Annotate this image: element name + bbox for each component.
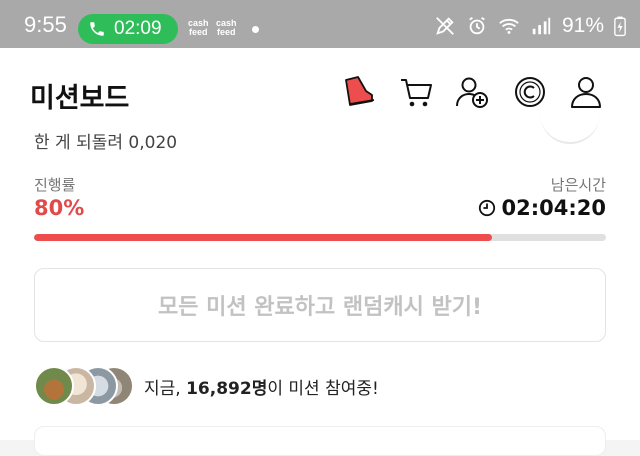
- add-friend-icon[interactable]: [454, 74, 490, 110]
- participants-suffix: 이 미션 참여중!: [267, 378, 379, 399]
- status-right-icons: 91%: [434, 14, 626, 38]
- progress-label: 진행률: [34, 176, 76, 194]
- avatar: [34, 366, 74, 406]
- signal-icon: [532, 17, 551, 35]
- wifi-icon: [499, 18, 519, 34]
- battery-charging-icon: [614, 16, 626, 37]
- progress-bar-fill: [34, 234, 492, 241]
- participants-prefix: 지금,: [144, 378, 187, 399]
- status-time: 9:55: [24, 12, 67, 37]
- alarm-icon: [469, 16, 485, 35]
- complete-all-missions-button[interactable]: 모든 미션 완료하고 랜덤캐시 받기!: [34, 268, 606, 342]
- remaining-time: 02:04:20: [478, 196, 606, 220]
- participants-row: 지금, 16,892명이 미션 참여중!: [34, 366, 379, 406]
- scrolled-circle-edge: [540, 94, 600, 144]
- cashfeed-word-2: feed: [189, 27, 208, 37]
- more-notifications-dot-icon: [252, 26, 259, 33]
- progress-value: 80%: [34, 196, 85, 220]
- battery-percent: 91%: [561, 14, 604, 37]
- cashfeed-notification-icon: cash feed: [188, 19, 209, 37]
- participants-text: 지금, 16,892명이 미션 참여중!: [144, 374, 379, 399]
- cart-icon[interactable]: [398, 74, 434, 110]
- cashfeed-word-2: feed: [217, 27, 236, 37]
- mission-board-content: 한 게 되돌려 0,020 진행률 80% 남은시간 02:04:20 모든 미…: [0, 133, 640, 456]
- status-bar: 9:55 02:09 cash feed cash feed 91%: [0, 0, 640, 48]
- sneaker-icon[interactable]: [342, 74, 378, 110]
- pen-icon: [436, 17, 454, 35]
- call-timer: 02:09: [114, 18, 162, 39]
- mission-card[interactable]: [34, 426, 606, 456]
- ongoing-call-pill[interactable]: 02:09: [78, 14, 178, 44]
- remaining-time-value: 02:04:20: [501, 196, 606, 220]
- cashfeed-notification-icon: cash feed: [216, 19, 237, 37]
- clock-icon: [478, 199, 495, 217]
- participant-avatars: [34, 366, 134, 406]
- page-title: 미션보드: [30, 83, 130, 114]
- remaining-time-label: 남은시간: [550, 176, 606, 194]
- progress-bar: [34, 234, 606, 241]
- phone-icon: [90, 22, 104, 36]
- participants-count: 16,892명: [186, 378, 268, 399]
- scrolled-summary-text: 한 게 되돌려 0,020: [34, 133, 178, 153]
